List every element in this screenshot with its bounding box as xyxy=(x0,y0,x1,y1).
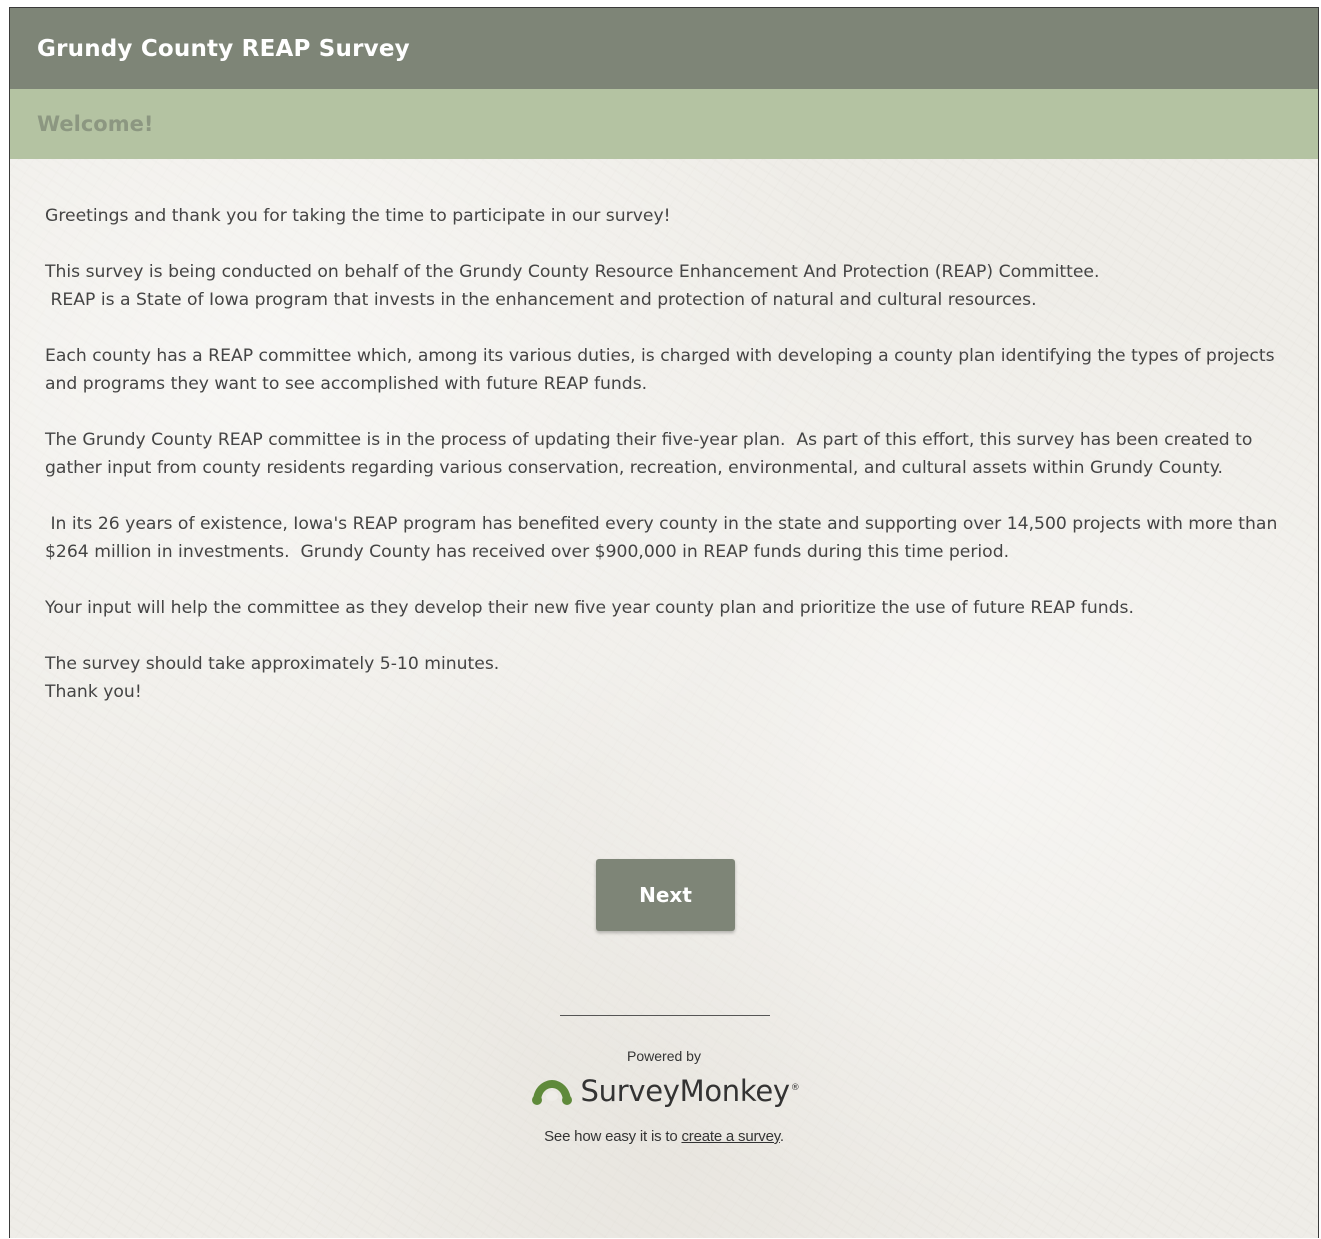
duration-note: The survey should take approximately 5-1… xyxy=(45,654,500,674)
surveymonkey-logo-icon xyxy=(529,1076,575,1106)
powered-by-label: Powered by xyxy=(627,1048,701,1064)
tagline-prefix: See how easy it is to xyxy=(544,1128,682,1145)
brand-name: SurveyMonkey® xyxy=(581,1074,800,1108)
intro-paragraph: Each county has a REAP committee which, … xyxy=(45,346,1281,394)
brand-logo[interactable]: SurveyMonkey® xyxy=(10,1074,1318,1108)
thank-you-note: Thank you! xyxy=(45,682,142,702)
next-button[interactable]: Next xyxy=(596,859,735,931)
intro-paragraph: The Grundy County REAP committee is in t… xyxy=(45,430,1258,478)
intro-paragraph: Greetings and thank you for taking the t… xyxy=(45,206,671,226)
survey-title: Grundy County REAP Survey xyxy=(37,35,410,62)
registered-mark: ® xyxy=(790,1083,800,1094)
intro-paragraph: This survey is being conducted on behalf… xyxy=(45,262,1100,310)
intro-content: Greetings and thank you for taking the t… xyxy=(10,159,1318,706)
create-survey-link[interactable]: create a survey xyxy=(681,1128,780,1145)
survey-frame: Grundy County REAP Survey Welcome! Greet… xyxy=(9,7,1319,1238)
footer-divider xyxy=(560,1015,770,1016)
page-header: Welcome! xyxy=(10,89,1318,159)
intro-paragraph: In its 26 years of existence, Iowa's REA… xyxy=(45,514,1283,562)
tagline-suffix: . xyxy=(779,1128,784,1145)
navigation: Next xyxy=(596,859,735,931)
survey-header: Grundy County REAP Survey xyxy=(10,8,1318,89)
intro-paragraph: Your input will help the committee as th… xyxy=(45,598,1134,618)
brand-name-text: SurveyMonkey xyxy=(580,1074,790,1108)
page-title: Welcome! xyxy=(37,112,154,136)
footer-tagline: See how easy it is to create a survey. xyxy=(10,1128,1318,1145)
